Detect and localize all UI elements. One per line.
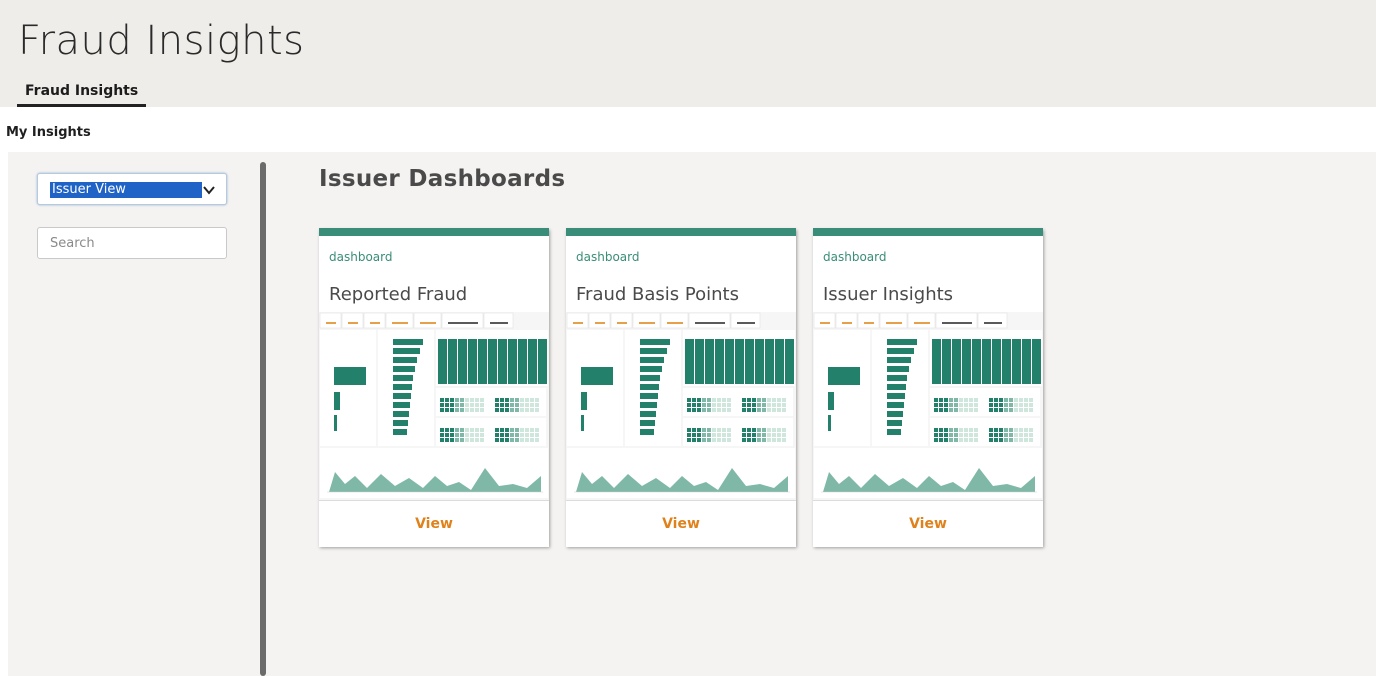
section-label: My Insights (6, 125, 91, 140)
card-type-label: dashboard (329, 250, 393, 264)
dashboard-thumbnail (319, 312, 549, 500)
card-title: Fraud Basis Points (576, 284, 739, 305)
dashboard-thumbnail (566, 312, 796, 500)
view-button[interactable]: View (319, 500, 549, 547)
card-type-label: dashboard (823, 250, 887, 264)
tab-fraud-insights[interactable]: Fraud Insights (17, 80, 147, 107)
content-area: Issuer View Issuer Dashboards dashboard … (8, 152, 1376, 676)
dashboard-card-reported-fraud[interactable]: dashboard Reported Fraud View (319, 228, 549, 547)
dashboard-thumbnail (813, 312, 1043, 500)
view-button[interactable]: View (813, 500, 1043, 547)
search-input[interactable] (37, 227, 227, 259)
card-title: Reported Fraud (329, 284, 468, 305)
app-header: Fraud Insights Fraud Insights (0, 0, 1376, 107)
dashboard-card-issuer-insights[interactable]: dashboard Issuer Insights View (813, 228, 1043, 547)
app-title: Fraud Insights (18, 18, 305, 64)
view-select[interactable]: Issuer View (37, 173, 227, 205)
card-title: Issuer Insights (823, 284, 954, 305)
view-select-value: Issuer View (50, 182, 202, 198)
card-type-label: dashboard (576, 250, 640, 264)
dashboard-card-fraud-basis-points[interactable]: dashboard Fraud Basis Points View (566, 228, 796, 547)
chevron-down-icon (203, 186, 215, 195)
card-accent-bar (319, 228, 549, 236)
sidebar-resize-handle[interactable] (260, 162, 266, 676)
sidebar: Issuer View (8, 152, 260, 676)
card-accent-bar (813, 228, 1043, 236)
view-button[interactable]: View (566, 500, 796, 547)
page-heading: Issuer Dashboards (319, 166, 566, 192)
card-accent-bar (566, 228, 796, 236)
